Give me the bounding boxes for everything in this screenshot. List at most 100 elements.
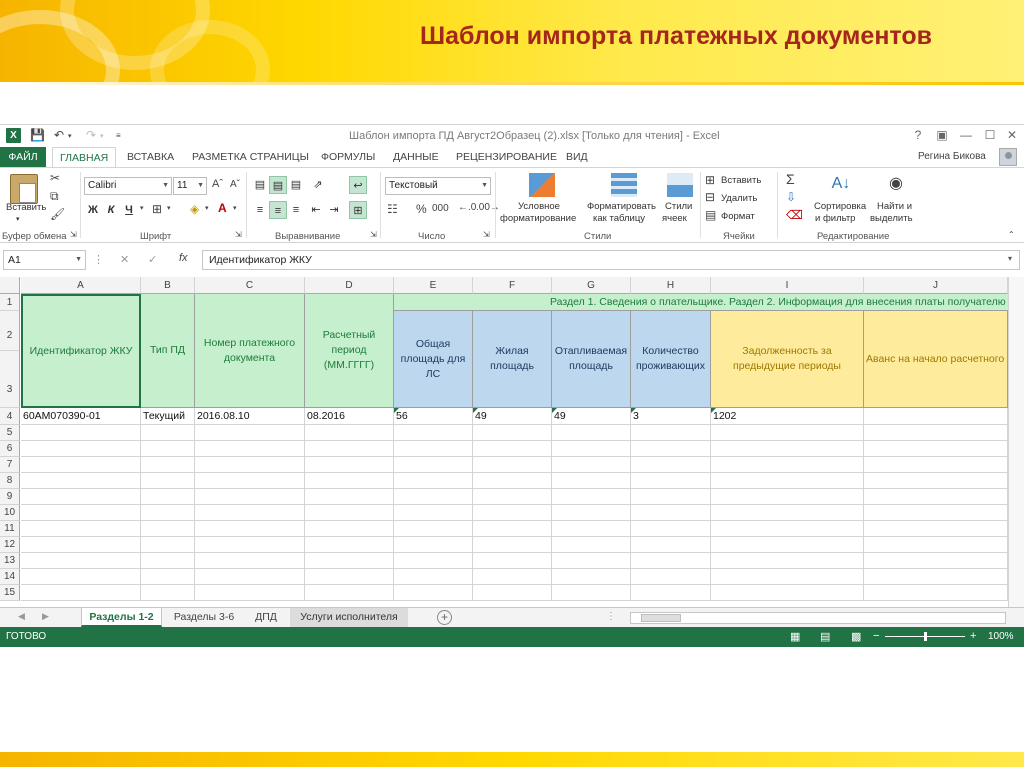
format-as-table-label-2[interactable]: как таблицу [593,213,645,225]
empty-cell[interactable] [631,521,711,537]
empty-cell[interactable] [864,457,1008,473]
empty-cell[interactable] [552,553,631,569]
empty-cell[interactable] [552,569,631,585]
empty-cell[interactable] [141,585,195,601]
empty-cell[interactable] [631,425,711,441]
help-button[interactable]: ? [910,128,926,142]
percent-icon[interactable]: % [416,202,427,216]
empty-cell[interactable] [552,537,631,553]
cell-styles-label-1[interactable]: Стили [665,201,692,213]
align-bottom-icon[interactable]: ▤ [287,176,305,194]
horizontal-scrollbar[interactable] [630,612,1006,624]
empty-cell[interactable] [141,473,195,489]
row-header[interactable]: 11 [0,521,20,537]
empty-cell[interactable] [552,457,631,473]
row-header[interactable]: 1 [0,294,20,311]
close-icon[interactable]: ✕ [1004,128,1020,142]
fill-dropdown-icon[interactable]: ▾ [205,204,209,212]
column-header[interactable]: E [394,277,473,294]
empty-cell[interactable] [305,457,394,473]
tab-view[interactable]: ВИД [566,147,588,167]
tab-review[interactable]: РЕЦЕНЗИРОВАНИЕ [456,147,557,167]
tab-data[interactable]: ДАННЫЕ [393,147,439,167]
increase-font-icon[interactable]: Aˆ [212,178,223,190]
empty-cell[interactable] [141,457,195,473]
format-cells-button[interactable]: Формат [721,211,755,223]
empty-cell[interactable] [864,553,1008,569]
empty-cell[interactable] [141,553,195,569]
format-as-table-icon[interactable] [611,173,637,197]
empty-cell[interactable] [21,553,141,569]
empty-cell[interactable] [711,441,864,457]
conditional-formatting-icon[interactable] [529,173,555,197]
empty-cell[interactable] [21,505,141,521]
empty-cell[interactable] [394,457,473,473]
empty-cell[interactable] [305,441,394,457]
insert-cells-icon[interactable]: ⊞ [705,173,715,187]
align-middle-icon[interactable]: ▤ [269,176,287,194]
normal-view-icon[interactable]: ▦ [790,630,800,643]
zoom-in-icon[interactable]: + [970,630,976,642]
empty-cell[interactable] [195,489,305,505]
autosum-icon[interactable]: Σ [786,171,795,187]
bold-button[interactable]: Ж [84,201,102,219]
empty-cell[interactable] [864,569,1008,585]
empty-cell[interactable] [552,441,631,457]
empty-cell[interactable] [394,585,473,601]
delete-cells-button[interactable]: Удалить [721,193,757,205]
align-center-icon[interactable]: ≡ [269,201,287,219]
empty-cell[interactable] [864,537,1008,553]
row-header[interactable]: 9 [0,489,20,505]
save-icon[interactable]: 💾 [30,128,45,142]
page-layout-view-icon[interactable]: ▤ [820,630,830,643]
tab-file[interactable]: ФАЙЛ [0,147,46,167]
cancel-entry-icon[interactable]: ✕ [120,253,129,266]
empty-cell[interactable] [305,537,394,553]
empty-cell[interactable] [21,457,141,473]
decrease-font-icon[interactable]: Aˇ [230,179,240,190]
vertical-scrollbar[interactable] [1008,277,1024,607]
row-header[interactable]: 3 [0,351,20,408]
decrease-indent-icon[interactable]: ⇤ [307,201,325,219]
empty-cell[interactable] [394,473,473,489]
row-header[interactable]: 4 [0,408,20,425]
empty-cell[interactable] [473,489,552,505]
undo-icon[interactable]: ↶ [54,128,64,142]
cell-header-heated-area[interactable]: Отапливаемая площадь [552,311,631,408]
cell-b4[interactable]: Текущий [141,408,195,425]
format-painter-icon[interactable]: 🖌 [50,207,65,221]
column-header[interactable]: F [473,277,552,294]
empty-cell[interactable] [305,505,394,521]
empty-cell[interactable] [711,489,864,505]
empty-cell[interactable] [195,569,305,585]
empty-cell[interactable] [394,441,473,457]
empty-cell[interactable] [711,473,864,489]
empty-cell[interactable] [141,569,195,585]
cell-header-id[interactable]: Идентификатор ЖКУ [21,294,141,408]
fill-color-icon[interactable]: ◈ [190,202,199,216]
empty-cell[interactable] [864,505,1008,521]
empty-cell[interactable] [394,569,473,585]
format-cells-icon[interactable]: ▤ [705,208,716,222]
clipboard-launcher-icon[interactable]: ⇲ [70,230,77,239]
text-orientation-icon[interactable]: ⇗ [309,176,327,194]
sort-filter-label-1[interactable]: Сортировка [814,201,866,213]
merge-center-icon[interactable]: ⊞ [349,201,367,219]
sheet-tab-sections-3-6[interactable]: Разделы 3-6 [165,608,243,627]
empty-cell[interactable] [305,585,394,601]
cell-header-doc-number[interactable]: Номер платежного документа [195,294,305,408]
cell-header-total-area[interactable]: Общая площадь для ЛС [394,311,473,408]
empty-cell[interactable] [305,473,394,489]
cell-header-type[interactable]: Тип ПД [141,294,195,408]
empty-cell[interactable] [864,489,1008,505]
empty-cell[interactable] [631,585,711,601]
row-header[interactable]: 15 [0,585,20,601]
excel-app-icon[interactable]: X [6,128,21,143]
empty-cell[interactable] [195,425,305,441]
empty-cell[interactable] [21,585,141,601]
align-left-icon[interactable]: ≡ [251,201,269,219]
empty-cell[interactable] [305,553,394,569]
font-color-icon[interactable]: A [218,201,227,215]
empty-cell[interactable] [21,537,141,553]
formula-input[interactable]: Идентификатор ЖКУ [202,250,1020,270]
